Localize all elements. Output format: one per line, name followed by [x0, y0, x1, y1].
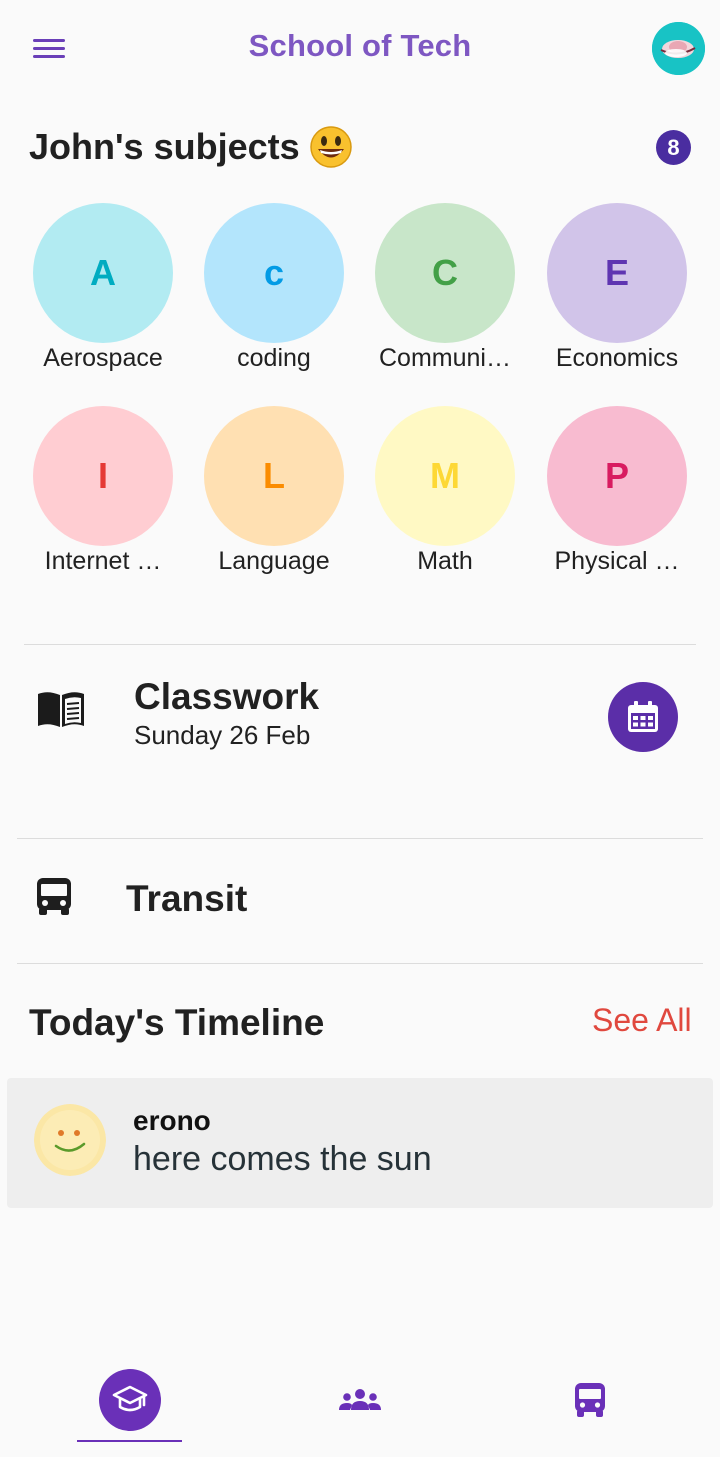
subject-label: Aerospace: [43, 344, 163, 372]
sun-smiley-avatar: [34, 1104, 106, 1176]
graduation-cap-icon: [98, 1368, 161, 1431]
divider: [17, 838, 703, 839]
subject-label: Economics: [555, 344, 679, 372]
subject-internet[interactable]: I Internet …: [18, 406, 188, 596]
bus-icon: [36, 876, 72, 916]
see-all-link[interactable]: See All: [592, 1002, 692, 1039]
subject-initial: A: [33, 203, 173, 343]
nav-home[interactable]: [77, 1352, 182, 1447]
people-group-icon: [339, 1388, 381, 1410]
classwork-row[interactable]: Classwork Sunday 26 Feb: [24, 650, 696, 790]
subject-initial: M: [375, 406, 515, 546]
subject-physical[interactable]: P Physical …: [532, 406, 702, 596]
transit-row[interactable]: Transit: [17, 840, 703, 960]
timeline-post[interactable]: erono here comes the sun: [7, 1078, 713, 1208]
subject-communication[interactable]: C Communi…: [360, 203, 530, 393]
bottom-navigation: [0, 1352, 720, 1457]
classwork-title: Classwork: [134, 676, 320, 717]
profile-avatar[interactable]: [652, 22, 705, 75]
calendar-icon: [628, 701, 658, 732]
subjects-count-badge: 8: [656, 130, 691, 165]
subject-label: Physical …: [554, 547, 680, 575]
grinning-face-icon: [309, 126, 352, 168]
classwork-date: Sunday 26 Feb: [134, 720, 311, 750]
app-bar: School of Tech: [0, 0, 720, 100]
nav-active-indicator: [77, 1440, 182, 1442]
subject-initial: P: [547, 406, 687, 546]
bus-icon: [575, 1382, 605, 1417]
calendar-button[interactable]: [608, 682, 678, 752]
subject-label: Internet …: [44, 547, 162, 575]
nav-transit[interactable]: [540, 1352, 640, 1447]
timeline-heading: Today's Timeline: [29, 1002, 325, 1043]
subject-coding[interactable]: c coding: [189, 203, 359, 393]
post-author: erono: [133, 1105, 211, 1136]
app-title: School of Tech: [248, 28, 472, 63]
book-icon: [36, 690, 86, 730]
subject-language[interactable]: L Language: [189, 406, 359, 596]
post-text: here comes the sun: [133, 1140, 432, 1178]
transit-title: Transit: [126, 878, 248, 919]
subject-label: Communi…: [379, 344, 511, 372]
divider: [24, 644, 696, 645]
subject-economics[interactable]: E Economics: [532, 203, 702, 393]
subjects-heading: John's subjects: [29, 126, 352, 168]
subject-aerospace[interactable]: A Aerospace: [18, 203, 188, 393]
subject-label: Math: [417, 547, 473, 575]
nav-people[interactable]: [310, 1352, 410, 1447]
subjects-heading-text: John's subjects: [29, 126, 300, 167]
subject-label: coding: [237, 344, 311, 372]
subject-initial: L: [204, 406, 344, 546]
subject-initial: E: [547, 203, 687, 343]
divider: [17, 963, 703, 964]
subject-initial: I: [33, 406, 173, 546]
subject-initial: c: [204, 203, 344, 343]
subject-label: Language: [218, 547, 330, 575]
subject-math[interactable]: M Math: [360, 406, 530, 596]
subject-initial: C: [375, 203, 515, 343]
